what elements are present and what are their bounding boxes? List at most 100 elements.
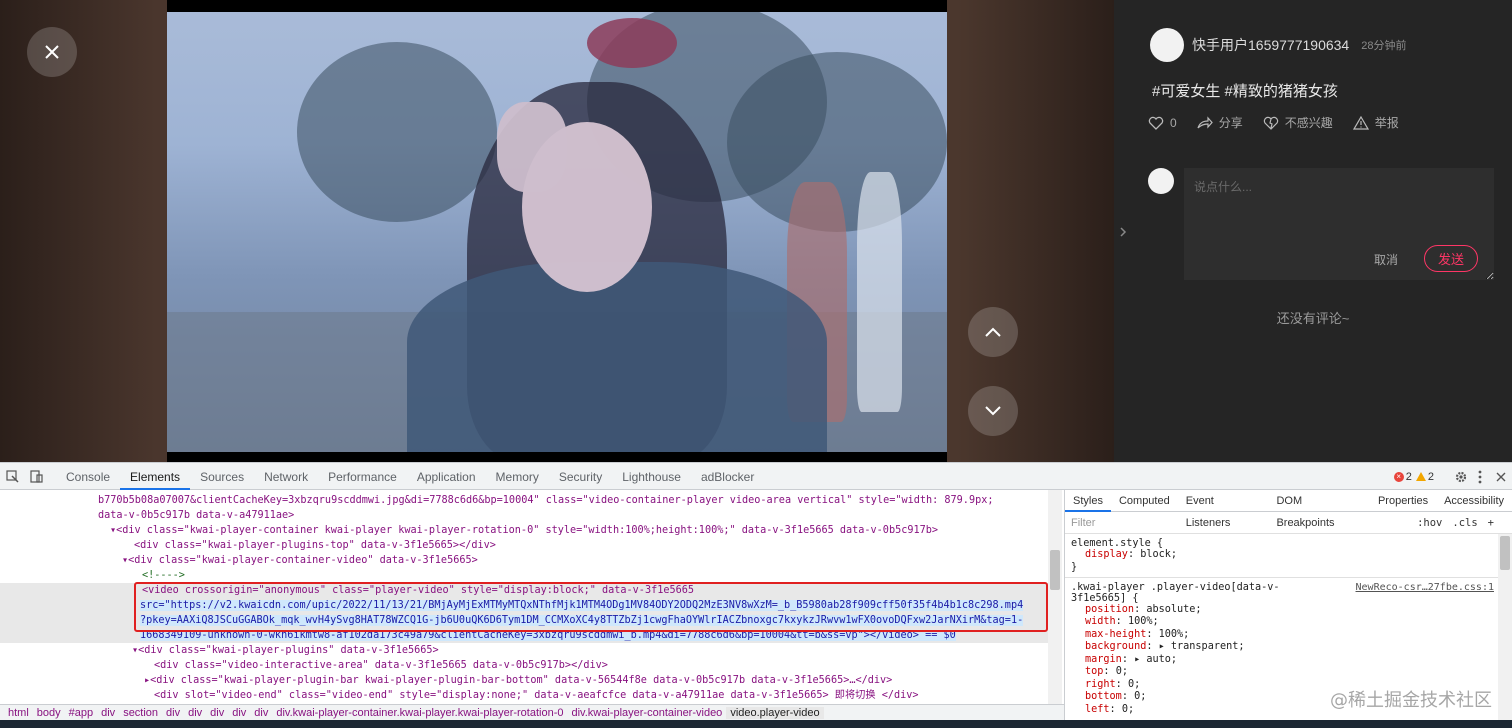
devtools-tab-console[interactable]: Console [56,463,120,490]
dom-node-line[interactable]: <!----> [0,568,1048,583]
devtools-tab-sources[interactable]: Sources [190,463,254,490]
report-button[interactable]: 举报 [1352,114,1399,131]
breadcrumb-item[interactable]: div.kwai-player-container.kwai-player.kw… [272,707,567,719]
breadcrumb-item[interactable]: html [4,707,33,719]
rule-close: } [1071,561,1078,573]
devtools-tab-application[interactable]: Application [407,463,486,490]
warning-icon [1415,472,1426,481]
breadcrumb-item[interactable]: section [119,707,162,719]
devtools-tab-performance[interactable]: Performance [318,463,407,490]
devtools-tab-lighthouse[interactable]: Lighthouse [612,463,691,490]
hover-state-toggle[interactable]: :hov [1417,517,1442,529]
screen: 快手用户1659777190634 28分钟前 #可爱女生 #精致的猪猪女孩 0… [0,0,1512,728]
elements-scrollbar[interactable] [1048,490,1062,704]
styles-tab-accessibility[interactable]: Accessibility [1436,490,1512,512]
css-property[interactable]: width: 100%; [1071,616,1506,629]
dom-node-line[interactable]: ▾<div class="kwai-player-container kwai-… [0,523,1048,538]
author-row: 快手用户1659777190634 28分钟前 [1150,28,1406,62]
breadcrumb-item[interactable]: #app [65,707,97,719]
css-property[interactable]: max-height: 100%; [1071,629,1506,642]
user-avatar [1148,168,1174,194]
css-property[interactable]: position: absolute; [1071,604,1506,617]
devtools-tab-adblocker[interactable]: adBlocker [691,463,764,490]
video-player[interactable] [167,0,947,462]
dom-node-line[interactable]: ▾<div class="kwai-player-container-video… [0,553,1048,568]
like-count: 0 [1170,115,1177,130]
chevron-right-icon [1120,227,1127,237]
breadcrumb-item[interactable]: div [162,707,184,719]
devtools-tab-network[interactable]: Network [254,463,318,490]
share-label: 分享 [1218,116,1243,130]
devtools-tab-memory[interactable]: Memory [486,463,549,490]
share-button[interactable]: 分享 [1197,114,1243,131]
next-video-button[interactable] [968,386,1018,436]
issues-badge[interactable]: × 2 2 [1393,470,1434,483]
styles-tab-computed[interactable]: Computed [1111,490,1178,512]
error-count: 2 [1405,470,1412,483]
cancel-comment-button[interactable]: 取消 [1374,251,1398,268]
dom-node-line[interactable]: b770b5b08a07007&clientCacheKey=3xbzqru9s… [0,493,1048,508]
breadcrumb-item[interactable]: div [228,707,250,719]
styles-scrollbar[interactable] [1498,534,1512,728]
inspect-element-button[interactable] [0,463,24,490]
new-rule-button[interactable]: + [1488,517,1494,529]
device-toolbar-button[interactable] [24,463,48,490]
no-comments-text: 还没有评论~ [1276,311,1350,326]
dom-node-line[interactable]: ▾<div class="kwai-player-plugins" data-v… [0,643,1048,658]
dom-node-text: ▸<div class="kwai-player-plugin-bar kwai… [144,675,893,686]
close-icon [45,45,59,59]
dom-node-line[interactable]: ▸<div class="kwai-player-plugin-bar kwai… [0,673,1048,688]
dom-node-text: ▾<div class="kwai-player-plugins" data-v… [132,645,439,656]
more-vertical-icon[interactable] [1478,470,1482,484]
previous-video-button[interactable] [968,307,1018,357]
css-property[interactable]: background: ▸ transparent; [1071,641,1506,654]
styles-filter-input[interactable]: Filter [1071,517,1095,529]
hair-bow [587,18,677,68]
dom-node-line[interactable]: <div class="kwai-player-plugins-top" dat… [0,538,1048,553]
author-avatar[interactable] [1150,28,1184,62]
breadcrumb-item[interactable]: div [206,707,228,719]
like-button[interactable]: 0 [1148,116,1177,130]
collapse-panel-handle[interactable] [1114,210,1132,254]
element-style-selector: element.style { [1071,538,1164,549]
styles-tab-properties[interactable]: Properties [1370,490,1436,512]
breadcrumb-item[interactable]: div [97,707,119,719]
dom-node-line[interactable]: <div slot="video-end" class="video-end" … [0,688,1048,703]
gear-icon[interactable] [1454,470,1468,484]
close-button[interactable] [27,27,77,77]
styles-tab-event-listeners[interactable]: Event Listeners [1178,490,1269,529]
taskbar-strip [0,720,1512,728]
styles-tab-styles[interactable]: Styles [1065,490,1111,512]
breadcrumb-item[interactable]: div [250,707,272,719]
css-property[interactable]: top: 0; [1071,666,1506,679]
close-icon[interactable] [1496,472,1506,482]
styles-filter-row: Filter :hov .cls + [1065,512,1512,534]
dom-node-text: ▾<div class="kwai-player-container-video… [122,555,478,566]
element-style-block: element.style { display: block; } [1065,534,1512,578]
dom-node-line[interactable]: data-v-0b5c917b data-v-a47911ae> [0,508,1048,523]
video-caption[interactable]: #可爱女生 #精致的猪猪女孩 [1152,80,1338,101]
dom-node-text: ▾<div class="kwai-player-container kwai-… [110,525,939,536]
styles-tab-dom-breakpoints[interactable]: DOM Breakpoints [1268,490,1370,529]
breadcrumb-item[interactable]: div.kwai-player-container-video [568,707,727,719]
not-interested-button[interactable]: 不感兴趣 [1263,114,1333,131]
annotation-highlight-box [134,582,1048,632]
post-time: 28分钟前 [1361,40,1407,52]
css-property[interactable]: margin: ▸ auto; [1071,654,1506,667]
author-name[interactable]: 快手用户1659777190634 [1192,35,1349,55]
devtools-tab-security[interactable]: Security [549,463,612,490]
devtools-right-controls: × 2 2 [1393,463,1506,490]
dom-node-text: <!----> [142,570,185,581]
breadcrumb-item[interactable]: body [33,707,65,719]
devtools-tab-elements[interactable]: Elements [120,463,191,490]
class-toggle[interactable]: .cls [1452,517,1477,529]
css-property[interactable]: display: block; [1071,549,1506,562]
dom-node-text: data-v-0b5c917b data-v-a47911ae> [98,510,295,521]
breadcrumb-item[interactable]: div [184,707,206,719]
send-comment-button[interactable]: 发送 [1424,245,1478,272]
report-label: 举报 [1374,116,1399,130]
dom-node-line[interactable]: <div class="video-interactive-area" data… [0,658,1048,673]
breadcrumb-item[interactable]: video.player-video [726,707,824,719]
stylesheet-source-link[interactable]: NewReco-csr…27fbe.css:1 [1356,582,1494,593]
share-icon [1197,115,1213,129]
